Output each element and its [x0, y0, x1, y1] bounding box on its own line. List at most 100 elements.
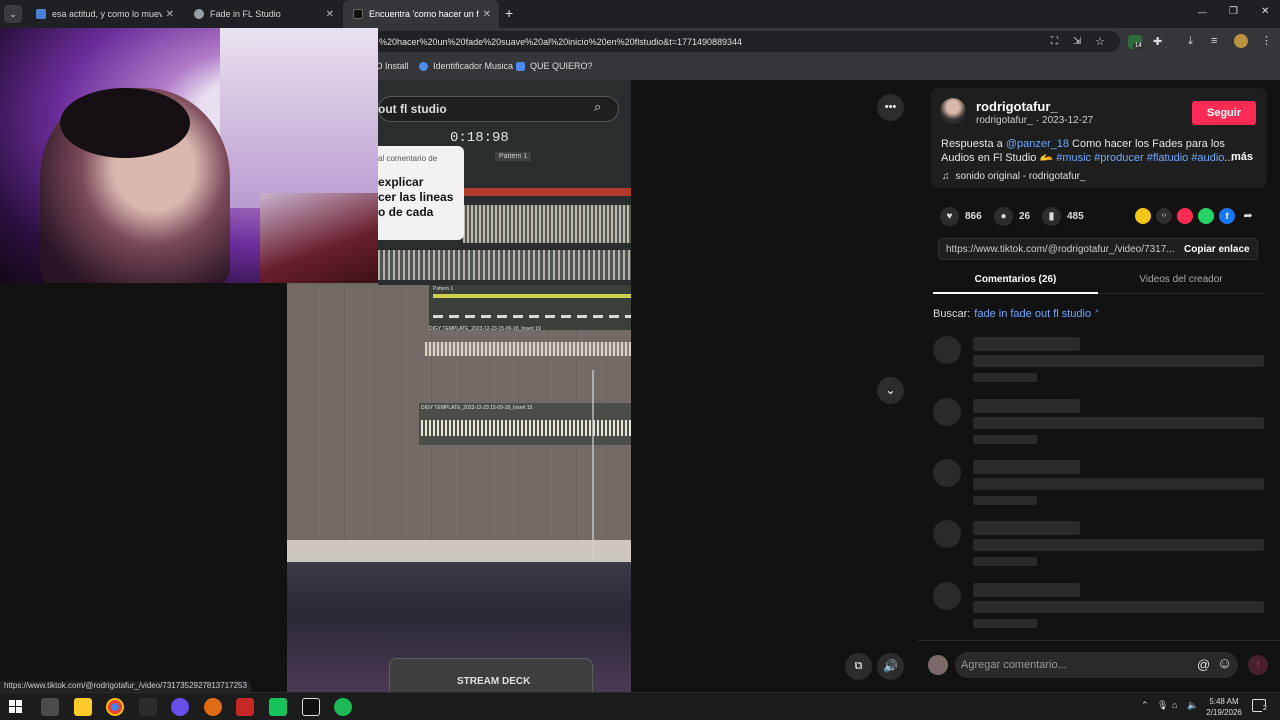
hashtag-links[interactable]: #music #producer #flatudio #audio	[1056, 152, 1224, 164]
share-icon[interactable]: ➦	[1240, 208, 1256, 224]
shazam-icon	[419, 61, 428, 71]
profile-avatar[interactable]	[1234, 34, 1248, 48]
fl-track-label: DIGY TEMPLATE_2023-12-23-15-09-18_Insert…	[429, 326, 541, 332]
puzzle-icon[interactable]: ✚	[1153, 35, 1162, 48]
waveform	[425, 342, 631, 356]
whatsapp-icon[interactable]	[1198, 208, 1214, 224]
bookmark-que-quiero[interactable]: QUE QUIERO?	[516, 61, 593, 71]
send-comment-button[interactable]: ↑	[1248, 655, 1268, 675]
creator-name[interactable]: rodrigotafur_	[976, 99, 1058, 114]
close-tab-icon[interactable]: ✕	[166, 9, 174, 20]
mention-link[interactable]: @panzer_18	[1006, 138, 1069, 150]
facebook-icon[interactable]: f	[1219, 208, 1235, 224]
system-tray-arrow-icon[interactable]: ⌃	[1141, 700, 1149, 711]
more-link[interactable]: más	[1231, 151, 1253, 163]
capcut-icon[interactable]	[302, 698, 320, 716]
like-button[interactable]: ♥ 866	[940, 207, 982, 226]
close-tab-icon[interactable]: ✕	[483, 9, 491, 20]
comment-skeleton-line	[973, 557, 1037, 566]
fl-pattern-lines	[433, 294, 631, 298]
install-icon[interactable]: ⇲	[1073, 36, 1081, 47]
file-explorer-icon[interactable]	[74, 698, 92, 716]
comment-skeleton-line	[973, 337, 1080, 351]
comment-skeleton-line	[973, 478, 1264, 490]
close-window-button[interactable]: ✕	[1261, 6, 1269, 17]
next-video-button[interactable]: ⌄	[877, 377, 904, 404]
bookmark-star-icon[interactable]: ☆	[1095, 35, 1105, 48]
tab-title: Encuentra 'como hacer un fade	[369, 9, 479, 19]
menu-icon[interactable]: ⋮	[1261, 34, 1272, 47]
search-suggestion[interactable]: Buscar: fade in fade out fl studio ⌕	[933, 308, 1099, 320]
mention-icon[interactable]: @	[1197, 657, 1210, 672]
download-icon[interactable]: ⤓	[1188, 35, 1193, 48]
restore-button[interactable]: ❐	[1229, 6, 1238, 17]
stream-deck-label: STREAM DECK	[457, 676, 531, 687]
new-tab-button[interactable]: +	[505, 5, 513, 21]
embed-icon[interactable]: ‹›	[1156, 208, 1172, 224]
bookmark-icon: ▮	[1042, 207, 1061, 226]
chrome-icon[interactable]	[106, 698, 124, 716]
follow-button[interactable]: Seguir	[1192, 101, 1256, 125]
voicemeeter-icon[interactable]	[236, 698, 254, 716]
pip-button[interactable]: ⧉	[845, 653, 872, 680]
video-search-text: out fl studio	[378, 102, 447, 116]
fl-track-label: DIGY TEMPLATE_2023-12-23 15-09-18_Insert…	[421, 405, 533, 411]
volume-button[interactable]: 🔊	[877, 653, 904, 680]
emoji-icon[interactable]: ☺	[1217, 655, 1232, 672]
microphone-icon[interactable]: 🎙	[1157, 700, 1168, 711]
search-prefix: Buscar:	[933, 308, 971, 320]
minimize-button[interactable]: —	[1198, 7, 1207, 17]
tab-title: esa actitud, y como lo mueve ·	[52, 9, 162, 19]
fl-studio-icon[interactable]	[204, 698, 222, 716]
sound-row[interactable]: ♫ sonido original - rodrigotafur_	[942, 171, 1086, 182]
fl-track-label: Pattern 1	[433, 286, 454, 292]
network-icon[interactable]: ⌂	[1172, 700, 1177, 710]
creator-avatar[interactable]	[940, 98, 966, 124]
comment-skeleton-line	[973, 417, 1264, 429]
close-tab-icon[interactable]: ✕	[326, 9, 334, 20]
comment-skeleton-line	[973, 521, 1080, 535]
save-button[interactable]: ▮ 485	[1042, 207, 1084, 226]
translate-icon[interactable]: ⛶	[1051, 36, 1058, 47]
tab-comments-label: Comentarios (26)	[974, 274, 1057, 285]
search-icon: ⌕	[594, 99, 602, 114]
sound-label: sonido original - rodrigotafur_	[955, 171, 1086, 182]
comment-input-divider	[918, 640, 1280, 641]
tab-creator-videos[interactable]: Videos del creador	[1098, 270, 1264, 294]
search-query-link[interactable]: fade in fade out fl studio	[974, 308, 1091, 320]
caption-line-2: cer las lineas	[378, 190, 454, 204]
game-icon[interactable]	[269, 698, 287, 716]
start-button[interactable]	[9, 700, 22, 713]
bookmark-install[interactable]: D Install	[376, 61, 409, 71]
obs-icon[interactable]	[171, 698, 189, 716]
tab-2[interactable]: Fade in FL Studio ✕	[184, 0, 342, 28]
tab-search-button[interactable]: ⌄	[4, 5, 22, 23]
url-text[interactable]: %20hacer%20un%20fade%20suave%20al%20inic…	[379, 37, 742, 47]
share-row: ‹› f ➦	[1135, 208, 1256, 224]
comment-input-placeholder: Agregar comentario...	[961, 659, 1067, 671]
epic-games-icon[interactable]	[139, 698, 157, 716]
tab-1[interactable]: esa actitud, y como lo mueve · ✕	[26, 0, 182, 28]
clock[interactable]: 5:48 AM 2/19/2026	[1204, 696, 1244, 718]
media-icon[interactable]: ≡	[1211, 35, 1217, 47]
creator-handle[interactable]: rodrigotafur_	[976, 115, 1033, 126]
details-panel: rodrigotafur_ rodrigotafur_ · 2023-12-27…	[918, 80, 1280, 692]
spotify-icon[interactable]	[334, 698, 352, 716]
comment-button[interactable]: ● 26	[994, 207, 1030, 226]
speaker-icon[interactable]: 🔈	[1187, 700, 1198, 711]
tab-title: Fade in FL Studio	[210, 9, 281, 19]
repost-icon[interactable]	[1135, 208, 1151, 224]
webcam-wall	[220, 28, 378, 208]
bookmark-identificador[interactable]: Identificador Musica	[419, 61, 513, 71]
webcam-overlay	[0, 28, 378, 283]
webcam-desk	[260, 193, 378, 283]
task-view-icon[interactable]	[41, 698, 59, 716]
video-link-text[interactable]: https://www.tiktok.com/@rodrigotafur_/vi…	[946, 244, 1175, 255]
tab-comments[interactable]: Comentarios (26)	[933, 270, 1098, 294]
meta-separator: ·	[1035, 115, 1040, 126]
notification-badge: 2	[1262, 705, 1268, 712]
tab-3-active[interactable]: Encuentra 'como hacer un fade ✕	[343, 0, 499, 28]
copy-link-button[interactable]: Copiar enlace	[1184, 244, 1250, 255]
send-to-friend-icon[interactable]	[1177, 208, 1193, 224]
more-options-button[interactable]: •••	[877, 94, 904, 121]
